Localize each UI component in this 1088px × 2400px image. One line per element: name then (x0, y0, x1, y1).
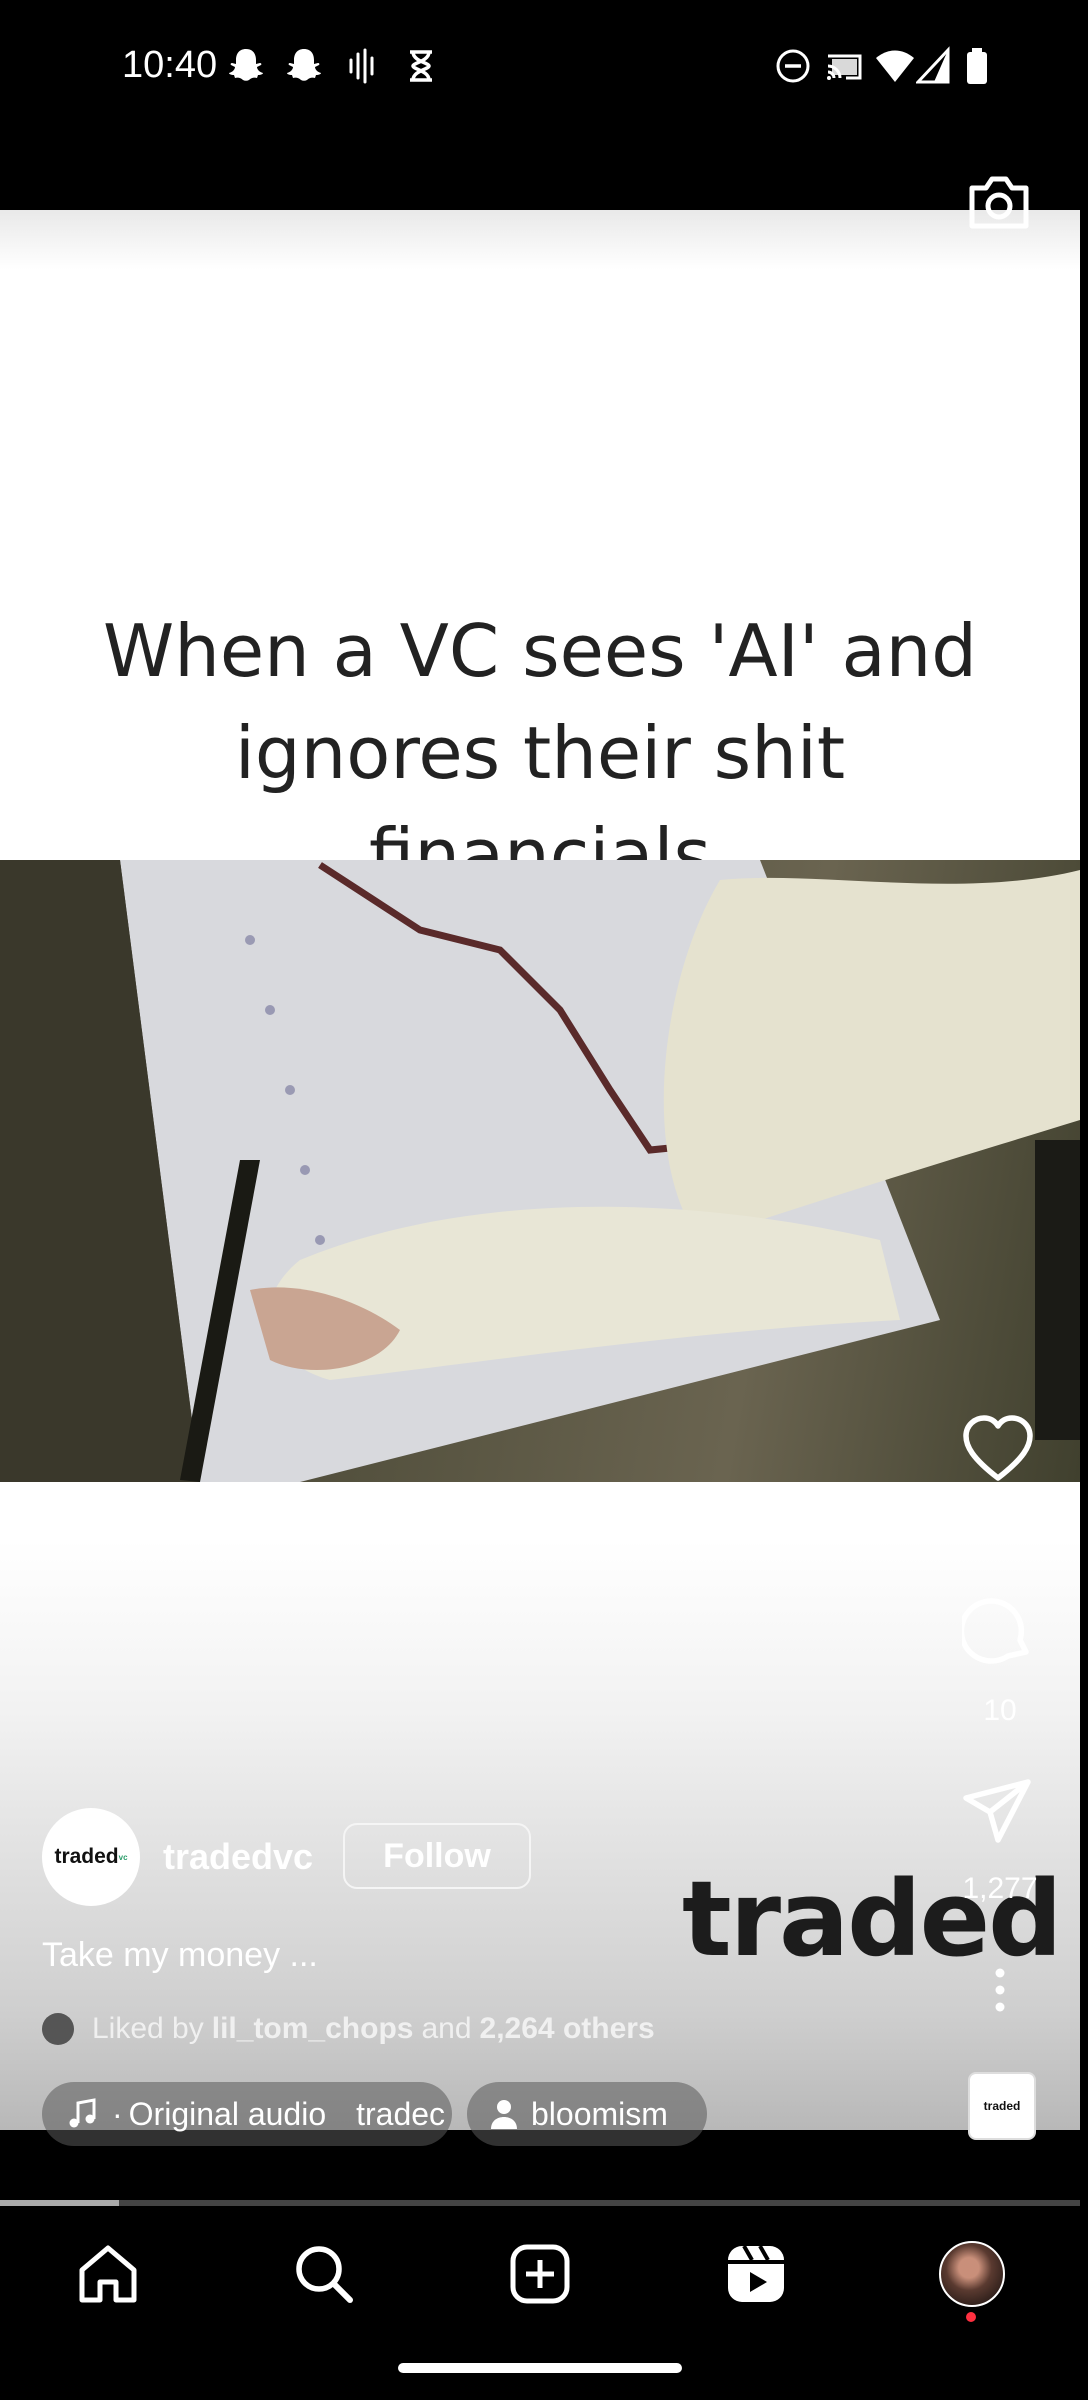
search-icon (296, 2246, 353, 2303)
camera-icon[interactable] (966, 170, 1032, 234)
like-count: 2,265 (962, 1512, 1038, 1545)
voice-icon (349, 48, 374, 84)
cast-icon (827, 54, 862, 80)
snapchat-icon (229, 49, 263, 81)
bottom-nav (0, 2210, 1088, 2340)
more-options-icon[interactable] (992, 1968, 1008, 2012)
profile-avatar (939, 2241, 1005, 2307)
audio-separator: · (112, 2095, 123, 2132)
liked-by-others[interactable]: 2,264 others (480, 2012, 655, 2046)
create-icon (510, 2244, 570, 2304)
reels-icon (728, 2245, 784, 2302)
video-progress-bar[interactable] (0, 2200, 1080, 2206)
do-not-disturb-icon (776, 49, 810, 83)
nav-search[interactable] (288, 2238, 360, 2310)
liked-by-user[interactable]: lil_tom_chops (212, 2012, 414, 2046)
follow-button[interactable]: Follow (343, 1823, 531, 1889)
author-avatar-sup: vc (118, 1852, 128, 1862)
home-indicator[interactable] (398, 2363, 682, 2373)
liked-by-row[interactable]: Liked by lil_tom_chops and 2,264 others (42, 2012, 663, 2046)
comment-icon[interactable] (962, 1594, 1034, 1666)
comment-count: 10 (983, 1694, 1017, 1727)
liked-by-avatar (42, 2013, 74, 2045)
post-caption[interactable]: Take my money ... (42, 1936, 318, 1975)
nav-profile[interactable] (936, 2238, 1008, 2310)
status-time: 10:40 (122, 44, 218, 86)
music-note-icon (69, 2098, 96, 2128)
person-icon (491, 2100, 517, 2129)
nav-create[interactable] (504, 2238, 576, 2310)
tagged-user-name: bloomism (531, 2095, 668, 2132)
reel-video[interactable]: When a VC sees 'AI' and ignores their sh… (0, 210, 1080, 2130)
author-avatar[interactable]: traded vc (42, 1808, 140, 1906)
nav-home[interactable] (72, 2238, 144, 2310)
notification-dot (966, 2312, 976, 2322)
liked-by-and: and (421, 2012, 472, 2045)
signal-icon (916, 46, 950, 84)
like-heart-icon[interactable] (962, 1414, 1034, 1486)
share-count: 1,277 (962, 1872, 1038, 1905)
status-bar: 10:40 (0, 0, 1088, 135)
audio-label: Original audio (128, 2095, 327, 2132)
share-icon[interactable] (962, 1776, 1034, 1848)
video-frame (0, 860, 1080, 1482)
reel-overlay-caption-line1: When a VC sees 'AI' and (103, 609, 977, 693)
hourglass-icon (410, 50, 432, 82)
audio-pill[interactable]: · Original audio tradec (42, 2082, 452, 2146)
tagged-user-pill[interactable]: bloomism (467, 2082, 707, 2146)
home-icon (79, 2245, 137, 2303)
author-username[interactable]: tradedvc (163, 1836, 313, 1878)
audio-artist: tradec (356, 2095, 446, 2132)
nav-reels[interactable] (720, 2238, 792, 2310)
video-top-shade (0, 210, 1080, 270)
audio-thumbnail[interactable]: traded (968, 2072, 1036, 2140)
author-avatar-text: traded (54, 1845, 119, 1868)
video-progress-fill (0, 2200, 119, 2206)
battery-icon (967, 48, 987, 84)
liked-by-prefix: Liked by (92, 2012, 204, 2045)
wifi-icon (876, 50, 914, 82)
snapchat-icon (287, 49, 321, 81)
video-frame-illustration (0, 860, 1080, 1482)
